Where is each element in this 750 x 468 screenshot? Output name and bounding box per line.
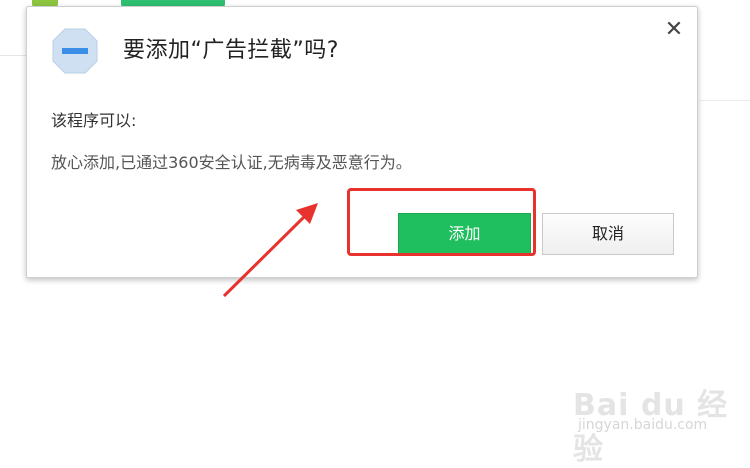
watermark-url: jingyan.baidu.com: [578, 417, 708, 433]
